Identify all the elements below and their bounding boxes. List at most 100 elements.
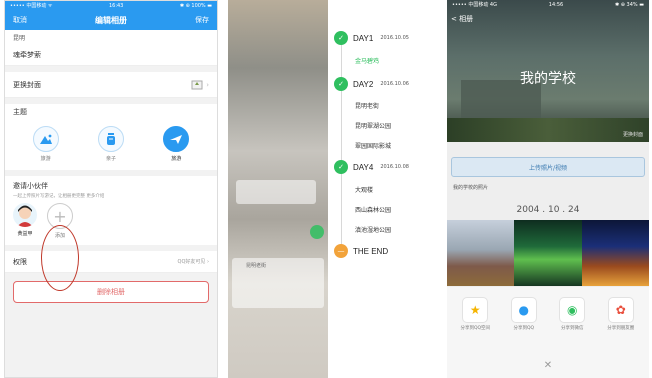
permission-row[interactable]: 权限 QQ好友可见 › bbox=[5, 251, 217, 273]
share-sheet: ★ 分享到QQ空间 ● 分享到QQ ◉ 分享到微信 ✿ 分享到朋友圈 ✕ bbox=[447, 287, 649, 378]
close-icon[interactable]: ✕ bbox=[447, 360, 649, 371]
end-dot-icon: — bbox=[334, 244, 348, 258]
save-button[interactable]: 保存 bbox=[195, 15, 209, 25]
partner-item[interactable]: 黄益甲 bbox=[13, 203, 37, 237]
photo-thumbnail[interactable] bbox=[581, 220, 649, 286]
share-option-label: 分享到微信 bbox=[561, 326, 584, 331]
day-header[interactable]: ✓ DAY4 2016.10.08 bbox=[334, 160, 409, 174]
theme-option-label: 旅游 bbox=[40, 156, 51, 162]
cancel-button[interactable]: 取消 bbox=[13, 15, 27, 25]
timeline-spot[interactable]: 昆明翠湖公园 bbox=[355, 121, 391, 130]
timeline-drawer: ✓ DAY1 2016.10.05 金马碧鸡 ✓ DAY2 2016.10.06… bbox=[328, 0, 437, 378]
share-option-label: 分享到QQ bbox=[513, 326, 535, 331]
timeline-spot[interactable]: 昆明老街 bbox=[355, 101, 379, 110]
chevron-right-icon: › bbox=[206, 80, 209, 89]
album-title: 我的学校 bbox=[520, 71, 576, 87]
end-label: THE END bbox=[353, 246, 389, 256]
partner-list: 黄益甲 + 添加 bbox=[5, 199, 217, 245]
permission-label: 权限 bbox=[13, 257, 27, 266]
partner-label-row: 邀请小伙伴 一起上传照片写游记，让相册更完整 更多介绍 bbox=[5, 176, 217, 199]
theme-options: 旅游 亲子 旅游 bbox=[5, 120, 217, 170]
qq-person-icon: ● bbox=[510, 297, 537, 323]
share-option[interactable]: ◉ 分享到微信 bbox=[550, 297, 594, 332]
day-dot-icon: ✓ bbox=[334, 160, 348, 174]
nav-bar: 取消 编辑相册 保存 bbox=[5, 10, 217, 30]
day-date: 2016.10.06 bbox=[380, 81, 409, 87]
theme-option-label: 亲子 bbox=[105, 156, 116, 162]
blurred-card bbox=[236, 180, 316, 204]
day-title: DAY4 bbox=[353, 162, 374, 172]
photo-strip bbox=[447, 220, 649, 286]
timeline-spot[interactable]: 滇池湿地公园 bbox=[355, 225, 391, 234]
partner-name: 黄益甲 bbox=[17, 231, 33, 237]
back-button[interactable]: < 相册 bbox=[451, 14, 473, 24]
album-detail-screen: ••••• 中国移动 4G 14:56 ✱ ⊕ 34% ▬ < 相册 我的学校 … bbox=[447, 0, 649, 378]
photo-thumbnail[interactable] bbox=[514, 220, 582, 286]
partner-label: 邀请小伙伴 bbox=[13, 182, 48, 190]
theme-section: 主题 旅游 亲子 旅游 bbox=[5, 104, 217, 170]
theme-label: 主题 bbox=[13, 108, 27, 116]
blurred-green-dot bbox=[310, 225, 324, 239]
album-caption: 我的学校的照片 bbox=[453, 185, 489, 191]
blurred-card: 昆明老街 bbox=[232, 258, 324, 308]
end-marker[interactable]: — THE END bbox=[334, 244, 388, 258]
album-date: 2004 . 10 . 24 bbox=[516, 205, 580, 215]
share-option[interactable]: ✿ 分享到朋友圈 bbox=[599, 297, 643, 332]
day-header[interactable]: ✓ DAY2 2016.10.06 bbox=[334, 77, 409, 91]
cover-thumb: › bbox=[191, 80, 209, 90]
theme-option-family[interactable]: 亲子 bbox=[97, 126, 124, 162]
landscape-icon bbox=[32, 126, 59, 152]
battery-text: ✱ ⊕ 34% ▬ bbox=[615, 1, 644, 8]
theme-label-row: 主题 bbox=[5, 104, 217, 120]
wechat-icon: ◉ bbox=[559, 297, 586, 323]
photo-thumbnail[interactable] bbox=[447, 220, 515, 286]
day-dot-icon: ✓ bbox=[334, 31, 348, 45]
album-name-field[interactable]: 魂牵梦萦 bbox=[5, 44, 217, 66]
carrier-text: ••••• 中国移动 ᯤ bbox=[10, 3, 53, 9]
avatar bbox=[13, 203, 37, 227]
carrier-text: ••••• 中国移动 4G bbox=[452, 2, 497, 8]
share-option-label: 分享到QQ空间 bbox=[460, 326, 491, 331]
edit-album-screen: ••••• 中国移动 ᯤ 16:43 ✱ ⊕ 100% ▬ 取消 编辑相册 保存… bbox=[4, 0, 218, 378]
timeline-spot[interactable]: 大观楼 bbox=[355, 185, 373, 194]
album-name-value: 魂牵梦萦 bbox=[13, 50, 41, 59]
day-dot-icon: ✓ bbox=[334, 77, 348, 91]
day-date: 2016.10.08 bbox=[380, 164, 409, 170]
change-cover-row[interactable]: 更换封面 › bbox=[5, 72, 217, 98]
qzone-star-icon: ★ bbox=[462, 297, 489, 323]
change-cover-label: 更换封面 bbox=[13, 80, 41, 89]
battery-text: ✱ ⊕ 100% ▬ bbox=[179, 2, 212, 9]
share-option-label: 分享到朋友圈 bbox=[607, 326, 635, 331]
day-title: DAY2 bbox=[353, 79, 374, 89]
airplane-icon bbox=[163, 126, 190, 152]
theme-option-label: 旅游 bbox=[171, 156, 182, 162]
share-options: ★ 分享到QQ空间 ● 分享到QQ ◉ 分享到微信 ✿ 分享到朋友圈 bbox=[447, 287, 649, 332]
day-date: 2016.10.05 bbox=[380, 35, 409, 41]
partner-section: 邀请小伙伴 一起上传照片写游记，让相册更完整 更多介绍 黄益甲 + 添加 bbox=[5, 176, 217, 245]
upload-button[interactable]: 上传照片/视频 bbox=[451, 157, 645, 177]
day-header[interactable]: ✓ DAY1 2016.10.05 bbox=[334, 31, 409, 45]
name-section-label-row: 昆明 bbox=[5, 30, 217, 44]
status-bar: ••••• 中国移动 ᯤ 16:43 ✱ ⊕ 100% ▬ bbox=[5, 1, 217, 10]
timeline-line bbox=[341, 38, 342, 250]
timeline-spot[interactable]: 西山森林公园 bbox=[355, 205, 391, 214]
baby-bottle-icon bbox=[97, 126, 124, 152]
day-title: DAY1 bbox=[353, 33, 374, 43]
theme-option-landscape[interactable]: 旅游 bbox=[32, 126, 59, 162]
timeline-spot[interactable]: 翠园国际影城 bbox=[355, 141, 391, 150]
share-option[interactable]: ★ 分享到QQ空间 bbox=[453, 297, 497, 332]
highlight-ring bbox=[41, 225, 79, 291]
itinerary-screen: 昆明老街 ✓ DAY1 2016.10.05 金马碧鸡 ✓ DAY2 2016.… bbox=[228, 0, 437, 378]
delete-album-button[interactable]: 删除相册 bbox=[13, 281, 209, 303]
page-title: 编辑相册 bbox=[95, 15, 127, 25]
moments-icon: ✿ bbox=[607, 297, 634, 323]
clock-text: 14:56 bbox=[548, 1, 564, 8]
share-option[interactable]: ● 分享到QQ bbox=[502, 297, 546, 332]
timeline-spot[interactable]: 金马碧鸡 bbox=[355, 56, 379, 65]
cover-trees bbox=[447, 118, 649, 142]
blurred-text: 昆明老街 bbox=[246, 263, 267, 269]
status-bar: ••••• 中国移动 4G 14:56 ✱ ⊕ 34% ▬ bbox=[447, 0, 649, 9]
name-label: 昆明 bbox=[13, 34, 26, 42]
theme-option-travel[interactable]: 旅游 bbox=[163, 126, 190, 162]
change-cover-link[interactable]: 更换封面 bbox=[623, 131, 643, 138]
